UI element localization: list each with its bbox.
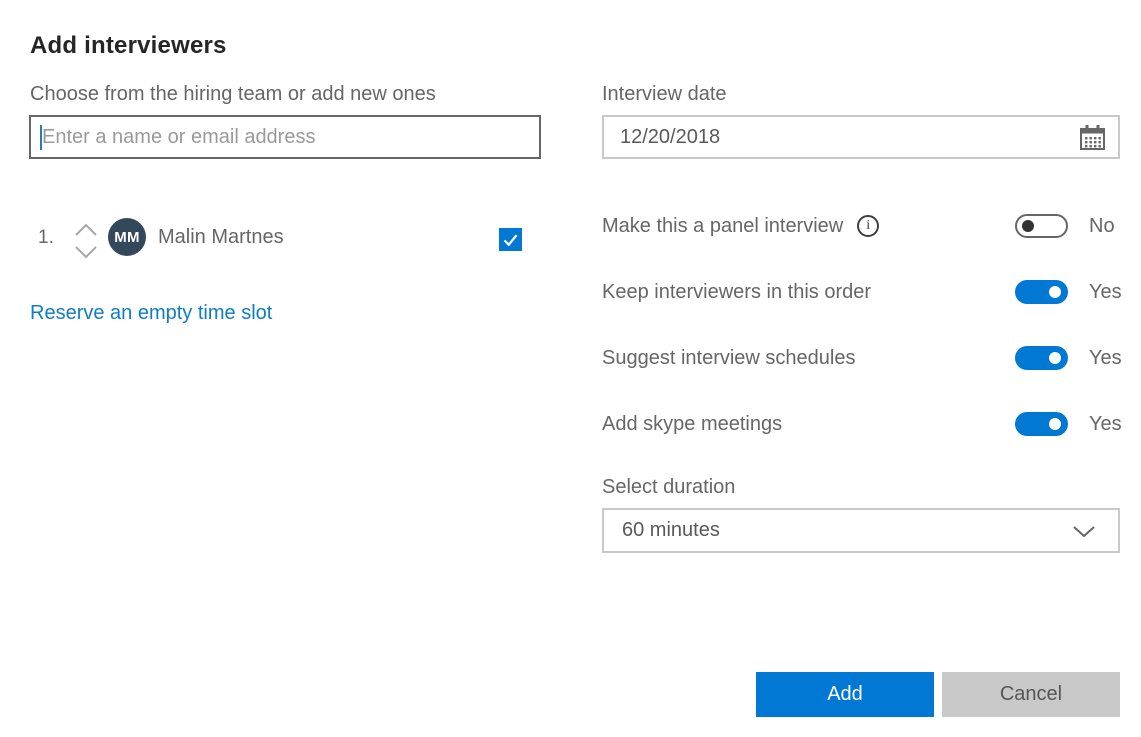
text-caret	[40, 125, 42, 150]
toggle-row-panel-interview: Make this a panel interview i No	[602, 211, 1121, 241]
choose-hiring-team-label: Choose from the hiring team or add new o…	[30, 83, 436, 106]
calendar-icon[interactable]	[1079, 124, 1106, 151]
reserve-time-slot-link[interactable]: Reserve an empty time slot	[30, 302, 272, 325]
toggle-label: Make this a panel interview	[602, 215, 843, 238]
interview-date-value: 12/20/2018	[604, 126, 1079, 149]
toggle-group: Yes	[1015, 280, 1122, 304]
reorder-controls	[72, 221, 100, 261]
toggle-knob	[1022, 220, 1034, 232]
duration-dropdown[interactable]: 60 minutes	[602, 508, 1120, 553]
toggle-state-label: Yes	[1089, 347, 1122, 370]
add-button[interactable]: Add	[756, 672, 934, 717]
page-title: Add interviewers	[30, 32, 227, 60]
interview-date-label: Interview date	[602, 83, 727, 106]
info-icon[interactable]: i	[857, 215, 879, 237]
avatar: MM	[108, 218, 146, 256]
toggle-state-label: Yes	[1089, 281, 1122, 304]
toggle-group: No	[1015, 214, 1115, 238]
checkmark-icon	[501, 230, 520, 249]
cancel-button[interactable]: Cancel	[942, 672, 1120, 717]
toggle-group: Yes	[1015, 346, 1122, 370]
toggle-knob	[1049, 286, 1061, 298]
panel-interview-toggle[interactable]	[1015, 214, 1068, 238]
interviewer-row: 1. MM Malin Martnes	[30, 214, 541, 264]
toggle-state-label: No	[1089, 215, 1115, 238]
toggle-label: Add skype meetings	[602, 413, 782, 436]
chevron-up-icon[interactable]	[72, 222, 100, 243]
toggle-row-keep-order: Keep interviewers in this order Yes	[602, 277, 1121, 307]
interviewer-order-number: 1.	[38, 227, 54, 249]
interview-date-field[interactable]: 12/20/2018	[602, 115, 1120, 159]
toggle-label: Keep interviewers in this order	[602, 281, 871, 304]
interviewer-name: Malin Martnes	[158, 226, 284, 249]
skype-meetings-toggle[interactable]	[1015, 412, 1068, 436]
suggest-schedules-toggle[interactable]	[1015, 346, 1068, 370]
toggle-row-skype-meetings: Add skype meetings Yes	[602, 409, 1121, 439]
toggle-group: Yes	[1015, 412, 1122, 436]
add-interviewers-dialog: Add interviewers Choose from the hiring …	[0, 0, 1141, 737]
duration-value: 60 minutes	[604, 519, 1070, 542]
toggle-knob	[1049, 418, 1061, 430]
chevron-down-icon	[1070, 523, 1098, 539]
avatar-initials: MM	[114, 229, 140, 246]
interviewer-search-box	[29, 115, 541, 159]
interviewer-search-input[interactable]	[31, 117, 539, 157]
keep-order-toggle[interactable]	[1015, 280, 1068, 304]
toggle-knob	[1049, 352, 1061, 364]
toggle-state-label: Yes	[1089, 413, 1122, 436]
select-duration-label: Select duration	[602, 476, 735, 499]
toggle-row-suggest-schedules: Suggest interview schedules Yes	[602, 343, 1121, 373]
interviewer-checkbox[interactable]	[499, 228, 522, 251]
chevron-down-icon[interactable]	[72, 244, 100, 265]
toggle-label: Suggest interview schedules	[602, 347, 855, 370]
